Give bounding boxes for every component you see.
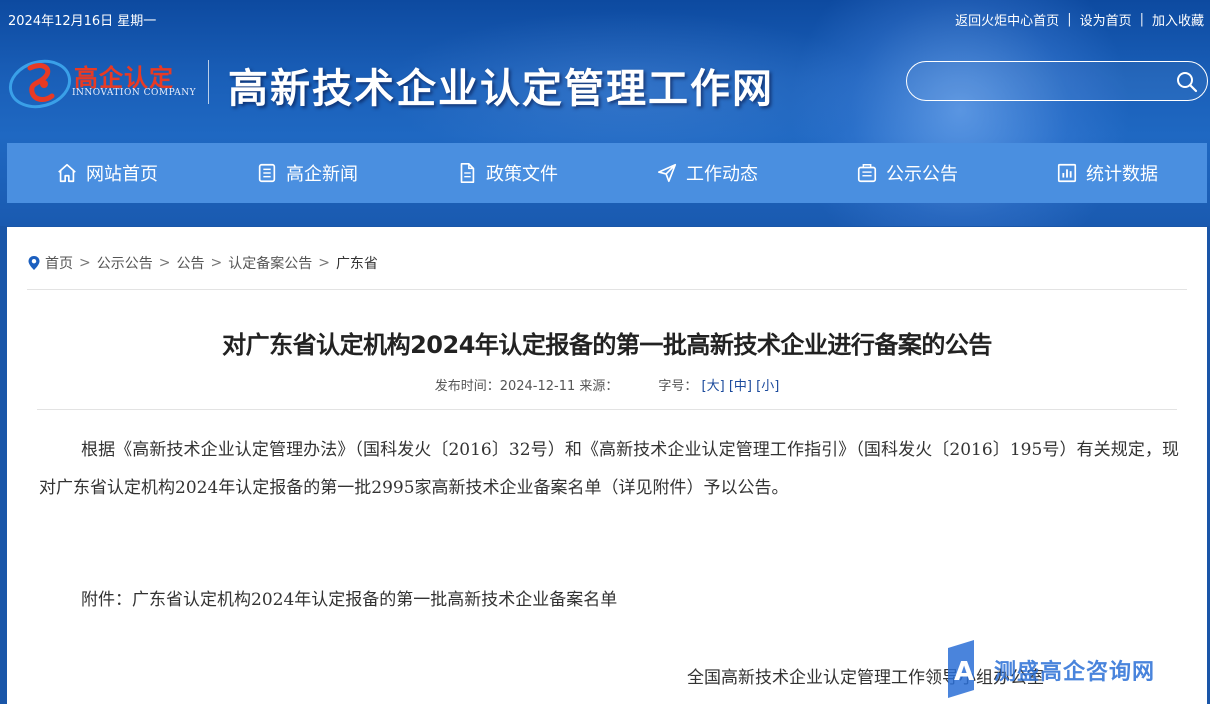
search-icon[interactable] bbox=[1175, 70, 1199, 94]
link-torch-center-home[interactable]: 返回火炬中心首页 bbox=[955, 10, 1059, 29]
nav-news[interactable]: 高企新闻 bbox=[207, 143, 407, 203]
divider bbox=[27, 289, 1187, 290]
nav-label: 网站首页 bbox=[86, 164, 158, 185]
nav-home[interactable]: 网站首页 bbox=[7, 143, 207, 203]
font-size-medium[interactable]: [中] bbox=[729, 379, 752, 394]
article-body: 根据《高新技术企业认定管理办法》（国科发火〔2016〕32号）和《高新技术企业认… bbox=[39, 440, 1179, 498]
font-size-label: 字号： bbox=[658, 379, 698, 394]
paper-plane-icon bbox=[657, 163, 677, 183]
publish-info: 发布时间：2024-12-11 来源： bbox=[434, 379, 619, 394]
article-title: 对广东省认定机构2024年认定报备的第一批高新技术企业进行备案的公告 bbox=[222, 331, 992, 359]
nav-label: 政策文件 bbox=[486, 164, 558, 185]
breadcrumb-notice[interactable]: 公告 bbox=[176, 253, 204, 273]
top-bar: 2024年12月16日 星期一 返回火炬中心首页 | 设为首页 | 加入收藏 bbox=[0, 0, 1210, 36]
nav-label: 统计数据 bbox=[1086, 164, 1158, 185]
bulletin-icon bbox=[857, 164, 877, 183]
attachment-link[interactable]: 附件：广东省认定机构2024年认定报备的第一批高新技术企业备案名单 bbox=[81, 585, 617, 610]
site-title: 高新技术企业认定管理工作网 bbox=[228, 65, 774, 112]
breadcrumb-home[interactable]: 首页 bbox=[45, 253, 73, 273]
home-icon bbox=[58, 163, 76, 183]
divider bbox=[37, 409, 1177, 410]
breadcrumb-announcements[interactable]: 公示公告 bbox=[97, 253, 153, 273]
top-links: 返回火炬中心首页 | 设为首页 | 加入收藏 bbox=[955, 10, 1204, 29]
chart-icon bbox=[1057, 163, 1077, 183]
svg-text:A: A bbox=[954, 657, 974, 687]
breadcrumb-separator: > bbox=[318, 255, 330, 271]
nav-statistics[interactable]: 统计数据 bbox=[1007, 143, 1207, 203]
watermark-logo-icon: A bbox=[948, 640, 974, 698]
link-set-homepage[interactable]: 设为首页 bbox=[1080, 10, 1132, 29]
nav-label: 公示公告 bbox=[886, 164, 958, 185]
nav-policy[interactable]: 政策文件 bbox=[407, 143, 607, 203]
logo-divider bbox=[208, 60, 209, 104]
nav-announcements[interactable]: 公示公告 bbox=[807, 143, 1007, 203]
main-nav: 网站首页 高企新闻 政策文件 工作动态 公示公告 统计数据 bbox=[7, 143, 1207, 203]
news-icon bbox=[258, 163, 276, 183]
current-date: 2024年12月16日 星期一 bbox=[8, 14, 157, 29]
search-box bbox=[906, 61, 1208, 101]
nav-label: 工作动态 bbox=[686, 164, 758, 185]
content-panel: 首页 > 公示公告 > 公告 > 认定备案公告 > 广东省 对广东省认定机构20… bbox=[7, 227, 1207, 704]
breadcrumb-separator: > bbox=[79, 255, 91, 271]
breadcrumb-separator: > bbox=[158, 255, 171, 271]
separator: | bbox=[1067, 12, 1072, 27]
logo-swirl-icon[interactable] bbox=[8, 54, 72, 110]
breadcrumb-filing-notice[interactable]: 认定备案公告 bbox=[228, 253, 312, 273]
font-size-large[interactable]: [大] bbox=[702, 379, 725, 394]
document-icon bbox=[460, 163, 475, 183]
link-add-favorite[interactable]: 加入收藏 bbox=[1152, 10, 1204, 29]
location-pin-icon bbox=[28, 256, 40, 270]
logo-subtext: INNOVATION COMPANY bbox=[72, 88, 197, 98]
breadcrumb-current: 广东省 bbox=[335, 256, 378, 272]
font-size-small[interactable]: [小] bbox=[756, 379, 779, 394]
nav-work-news[interactable]: 工作动态 bbox=[607, 143, 807, 203]
watermark-text: 测盛高企咨询网 bbox=[994, 660, 1156, 685]
breadcrumb: 首页 > 公示公告 > 公告 > 认定备案公告 > 广东省 bbox=[27, 253, 378, 273]
separator: | bbox=[1139, 12, 1144, 27]
logo-area: 高企认定 INNOVATION COMPANY 高新技术企业认定管理工作网 bbox=[8, 52, 788, 112]
search-input[interactable] bbox=[921, 70, 1161, 94]
article-meta: 发布时间：2024-12-11 来源： 字号： [大] [中] [小] bbox=[7, 375, 1207, 394]
breadcrumb-separator: > bbox=[210, 255, 223, 271]
watermark: A 测盛高企咨询网 bbox=[944, 640, 1194, 700]
nav-label: 高企新闻 bbox=[286, 164, 358, 185]
